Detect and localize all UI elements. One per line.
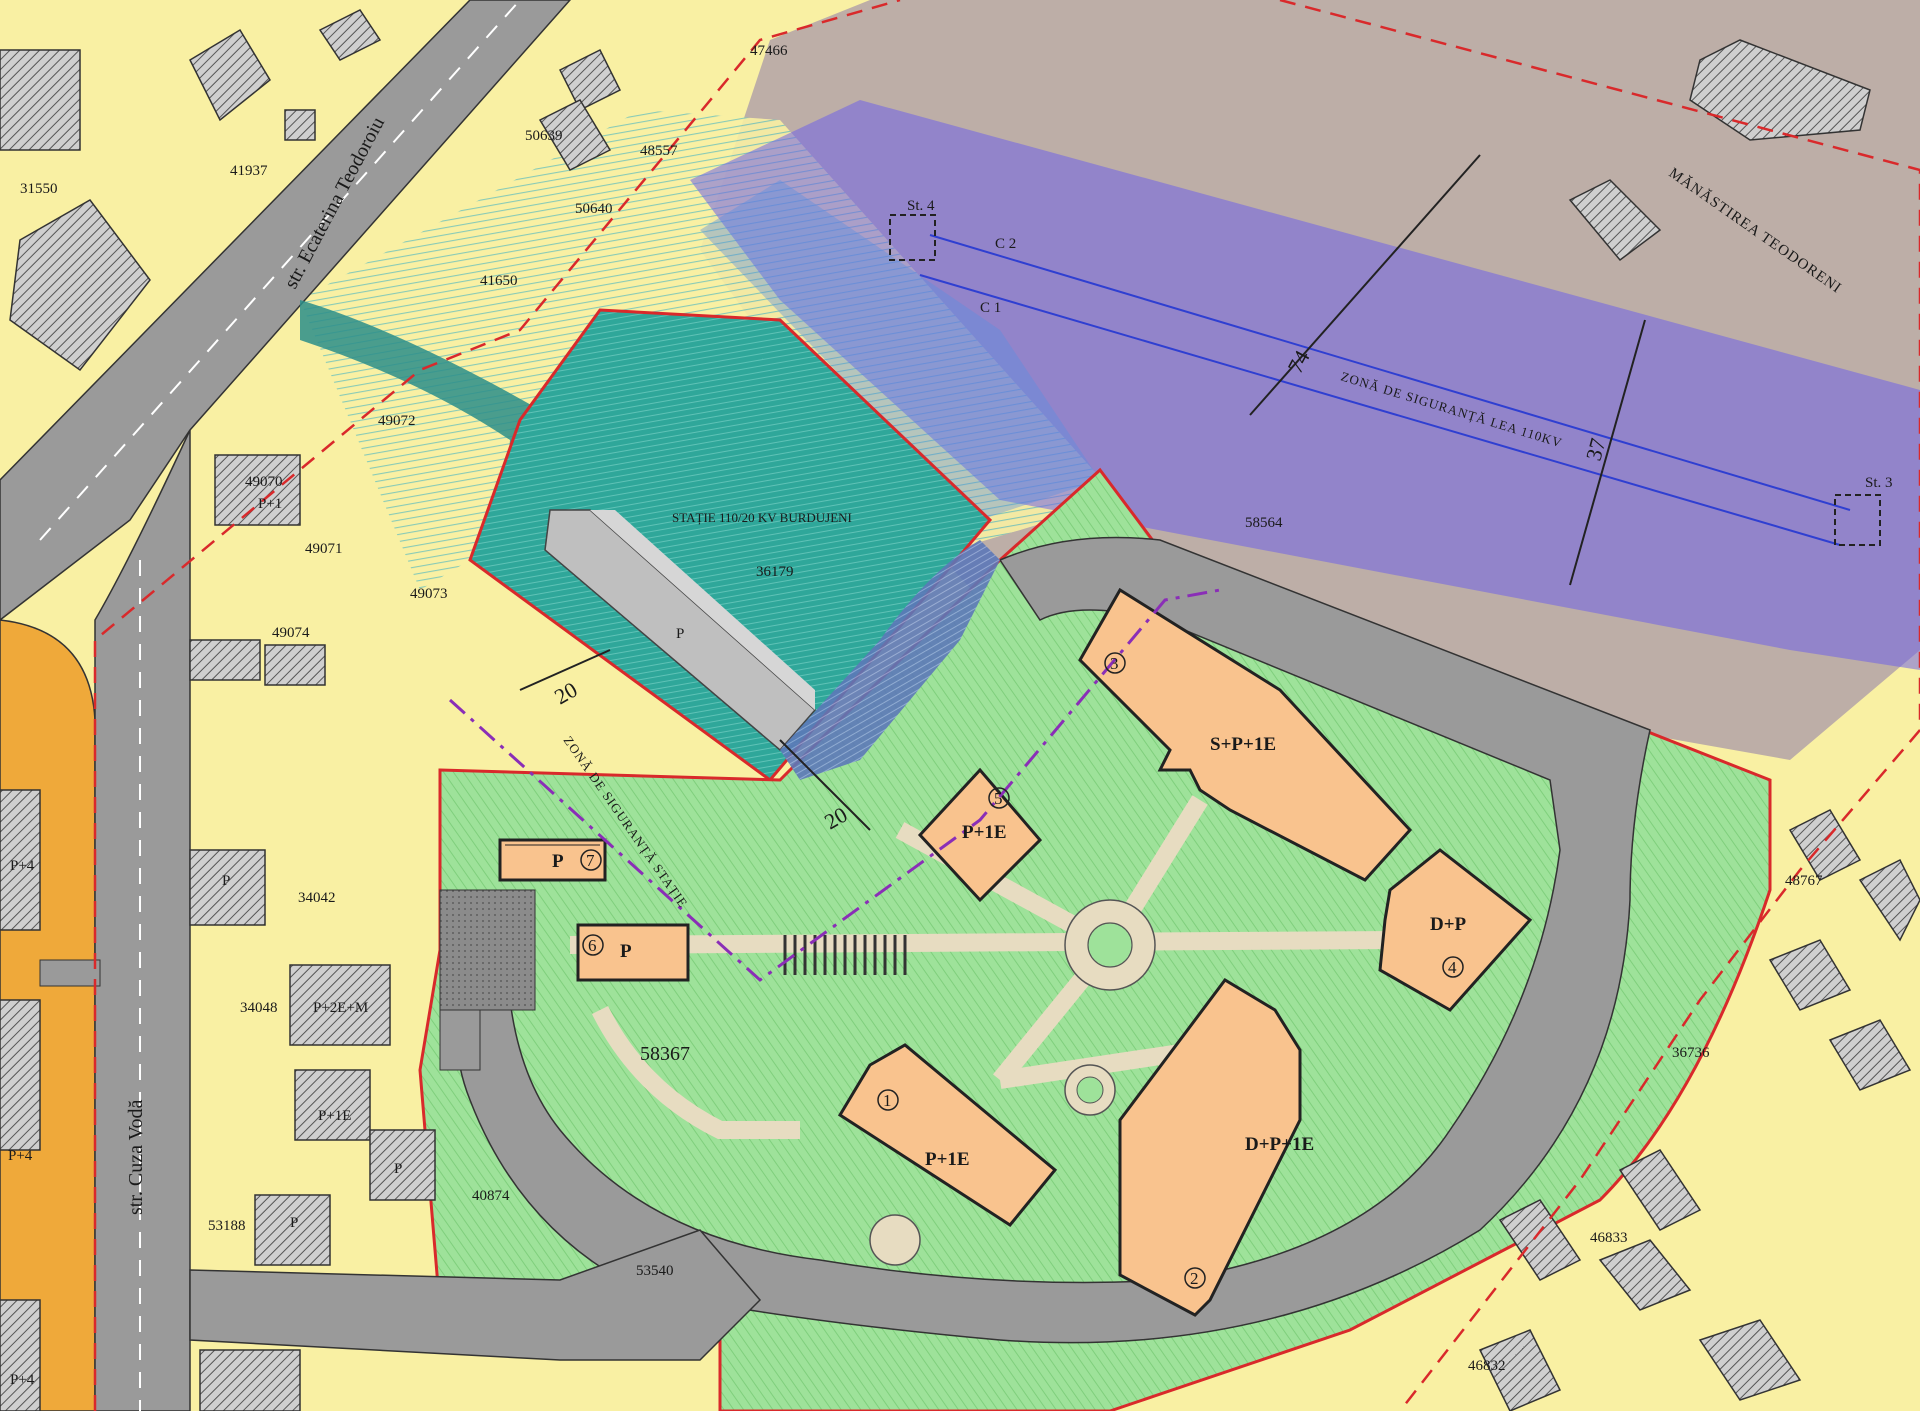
conductor-c1: C 1 bbox=[980, 300, 1001, 316]
street-cuza: str. Cuza Vodă bbox=[125, 1100, 147, 1215]
parcel-34048: 34048 bbox=[240, 1000, 278, 1016]
building-7-label: P bbox=[552, 851, 564, 872]
urban-plan-map: str. Ecaterina Teodoroiu str. Cuza Vodă … bbox=[0, 0, 1920, 1411]
parcel-53540: 53540 bbox=[636, 1263, 674, 1279]
parking-lot-west bbox=[439, 889, 536, 1011]
station-st4: St. 4 bbox=[907, 198, 935, 214]
parcel-49071: 49071 bbox=[305, 541, 343, 557]
building-6-number: 6 bbox=[588, 936, 597, 955]
height-p1e-west: P+1E bbox=[318, 1108, 351, 1124]
parcel-46833: 46833 bbox=[1590, 1230, 1628, 1246]
parcel-41650: 41650 bbox=[480, 273, 518, 289]
height-p-c: P bbox=[290, 1215, 298, 1231]
parcel-48767: 48767 bbox=[1785, 873, 1823, 889]
height-p4-c: P+4 bbox=[10, 1372, 35, 1388]
height-p4-a: P+4 bbox=[10, 858, 35, 874]
parcel-31550: 31550 bbox=[20, 181, 58, 197]
station-st3: St. 3 bbox=[1865, 475, 1893, 491]
parcel-49070: 49070 bbox=[245, 474, 283, 490]
height-p-b: P bbox=[394, 1161, 402, 1177]
parcel-36736: 36736 bbox=[1672, 1045, 1710, 1061]
building-4-label: D+P bbox=[1430, 914, 1467, 935]
building-3-label: S+P+1E bbox=[1210, 734, 1276, 755]
building-2-number: 2 bbox=[1190, 1269, 1199, 1288]
parcel-49074: 49074 bbox=[272, 625, 310, 641]
parcel-58564: 58564 bbox=[1245, 515, 1283, 531]
parcel-47466: 47466 bbox=[750, 43, 788, 59]
parcel-53188: 53188 bbox=[208, 1218, 246, 1234]
height-p-station: P bbox=[676, 626, 684, 642]
parking-lot-west-2 bbox=[439, 1009, 481, 1071]
building-2-label: D+P+1E bbox=[1245, 1134, 1314, 1155]
building-6-label: P bbox=[620, 941, 632, 962]
height-p4-b: P+4 bbox=[8, 1148, 33, 1164]
height-34048: P+2E+M bbox=[313, 1000, 368, 1016]
building-7-number: 7 bbox=[586, 851, 595, 870]
parcel-41937: 41937 bbox=[230, 163, 268, 179]
station-title: STAȚIE 110/20 KV BURDUJENI bbox=[672, 510, 852, 525]
building-5-number: 5 bbox=[994, 789, 1003, 808]
height-49070: P+1 bbox=[258, 496, 282, 512]
parcel-40874: 40874 bbox=[472, 1188, 510, 1204]
parcel-49072: 49072 bbox=[378, 413, 416, 429]
parcel-50639: 50639 bbox=[525, 128, 563, 144]
parcel-50640: 50640 bbox=[575, 201, 613, 217]
parcel-48557: 48557 bbox=[640, 143, 678, 159]
building-3-number: 3 bbox=[1110, 654, 1119, 673]
parcel-36179: 36179 bbox=[756, 564, 794, 580]
parcel-34042: 34042 bbox=[298, 890, 336, 906]
parcel-49073: 49073 bbox=[410, 586, 448, 602]
building-1-label: P+1E bbox=[925, 1149, 970, 1170]
conductor-c2: C 2 bbox=[995, 236, 1016, 252]
parcel-46832: 46832 bbox=[1468, 1358, 1506, 1374]
building-5-label: P+1E bbox=[962, 822, 1007, 843]
building-4-number: 4 bbox=[1448, 958, 1457, 977]
height-p-a: P bbox=[222, 873, 230, 889]
parcel-58367: 58367 bbox=[640, 1043, 690, 1065]
building-1-number: 1 bbox=[883, 1091, 892, 1110]
plaza-south bbox=[869, 1214, 921, 1266]
